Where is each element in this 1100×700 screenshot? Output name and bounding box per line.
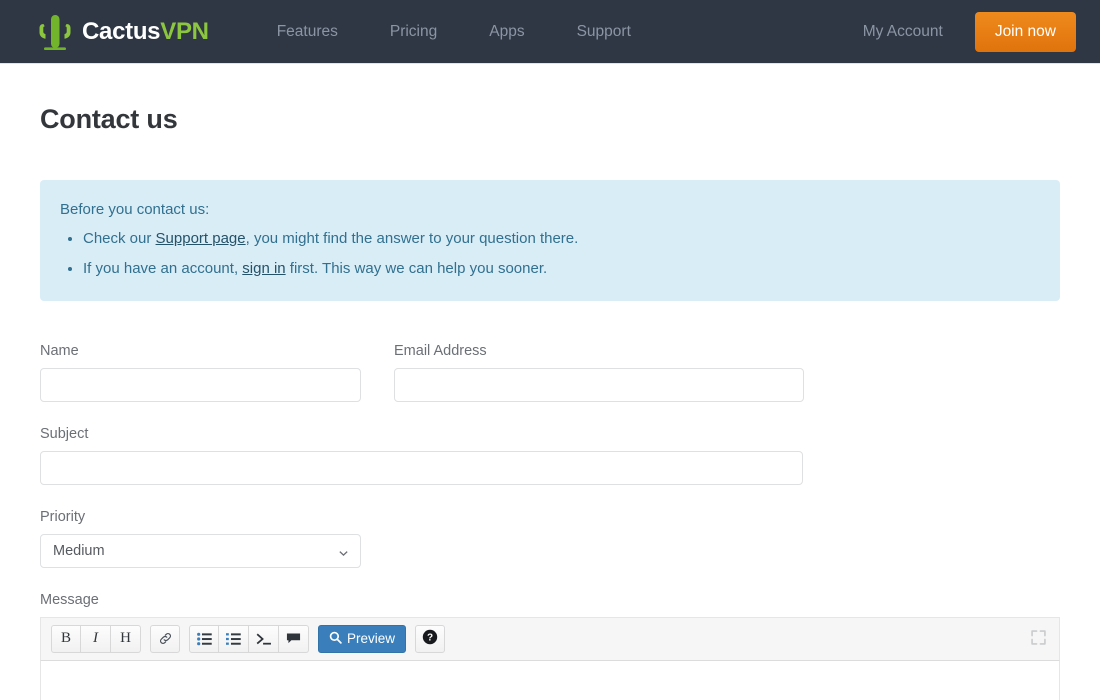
link-icon — [158, 631, 173, 646]
nav-item-features[interactable]: Features — [251, 23, 364, 41]
speech-bubble-icon — [286, 632, 301, 645]
page-content: Contact us Before you contact us: Check … — [0, 104, 1100, 700]
before-contact-alert: Before you contact us: Check our Support… — [40, 180, 1060, 301]
ordered-list-button[interactable] — [219, 625, 249, 653]
quote-button[interactable] — [279, 625, 309, 653]
text-style-group: B I H — [51, 625, 141, 653]
join-now-button[interactable]: Join now — [975, 12, 1076, 52]
alert-item-2-suffix: first. This way we can help you sooner. — [286, 260, 548, 277]
email-label: Email Address — [394, 343, 804, 359]
unordered-list-button[interactable] — [189, 625, 219, 653]
alert-item-2-prefix: If you have an account, — [83, 260, 242, 277]
fullscreen-button[interactable] — [1030, 629, 1047, 649]
main-navigation: Features Pricing Apps Support — [251, 23, 657, 41]
bullet-list-icon — [197, 632, 212, 646]
nav-item-support[interactable]: Support — [551, 23, 657, 41]
alert-lead-text: Before you contact us: — [60, 200, 1036, 220]
alert-item-1-prefix: Check our — [83, 230, 156, 247]
email-field-group: Email Address — [394, 343, 804, 402]
expand-arrows-icon — [1030, 629, 1047, 649]
alert-list: Check our Support page, you might find t… — [60, 229, 1036, 279]
name-field-group: Name — [40, 343, 361, 402]
brand-text-primary: Cactus — [82, 18, 160, 45]
cactus-icon — [38, 11, 72, 53]
sign-in-link[interactable]: sign in — [242, 260, 285, 277]
link-button[interactable] — [150, 625, 180, 653]
markdown-editor: B I H — [40, 617, 1060, 700]
editor-toolbar: B I H — [40, 617, 1060, 661]
priority-select-wrapper: Medium — [40, 534, 361, 568]
alert-item-1-suffix: , you might find the answer to your ques… — [246, 230, 579, 247]
name-label: Name — [40, 343, 361, 359]
search-icon — [329, 631, 342, 647]
subject-label: Subject — [40, 426, 1060, 442]
code-button[interactable] — [249, 625, 279, 653]
brand-text: CactusVPN — [82, 18, 209, 46]
svg-text:?: ? — [427, 633, 433, 644]
bold-button[interactable]: B — [51, 625, 81, 653]
brand-text-accent: VPN — [160, 18, 208, 45]
italic-button[interactable]: I — [81, 625, 111, 653]
priority-label: Priority — [40, 509, 1060, 525]
subject-field-group: Subject — [40, 426, 1060, 485]
numbered-list-icon — [226, 632, 241, 646]
site-header: CactusVPN Features Pricing Apps Support … — [0, 0, 1100, 64]
message-label: Message — [40, 592, 1060, 608]
nav-item-apps[interactable]: Apps — [463, 23, 550, 41]
terminal-icon — [256, 632, 271, 646]
priority-select[interactable]: Medium — [40, 534, 361, 568]
brand-logo[interactable]: CactusVPN — [38, 11, 209, 53]
name-input[interactable] — [40, 368, 361, 402]
my-account-link[interactable]: My Account — [863, 23, 959, 41]
page-title: Contact us — [40, 104, 1060, 135]
email-input[interactable] — [394, 368, 804, 402]
list-item: If you have an account, sign in first. T… — [83, 259, 1036, 279]
subject-input[interactable] — [40, 451, 803, 485]
block-group — [189, 625, 309, 653]
list-item: Check our Support page, you might find t… — [83, 229, 1036, 249]
message-textarea[interactable] — [40, 661, 1060, 700]
contact-form: Name Email Address Subject Priority Medi… — [40, 343, 1060, 700]
support-page-link[interactable]: Support page — [156, 230, 246, 247]
priority-field-group: Priority Medium — [40, 509, 1060, 568]
header-actions: My Account Join now — [863, 12, 1076, 52]
preview-button-label: Preview — [347, 631, 395, 646]
heading-button[interactable]: H — [111, 625, 141, 653]
question-mark-icon: ? — [422, 629, 438, 648]
name-email-row: Name Email Address — [40, 343, 1060, 402]
message-field-group: Message B I H — [40, 592, 1060, 700]
preview-button[interactable]: Preview — [318, 625, 406, 653]
help-button[interactable]: ? — [415, 625, 445, 653]
nav-item-pricing[interactable]: Pricing — [364, 23, 463, 41]
link-group — [150, 625, 180, 653]
